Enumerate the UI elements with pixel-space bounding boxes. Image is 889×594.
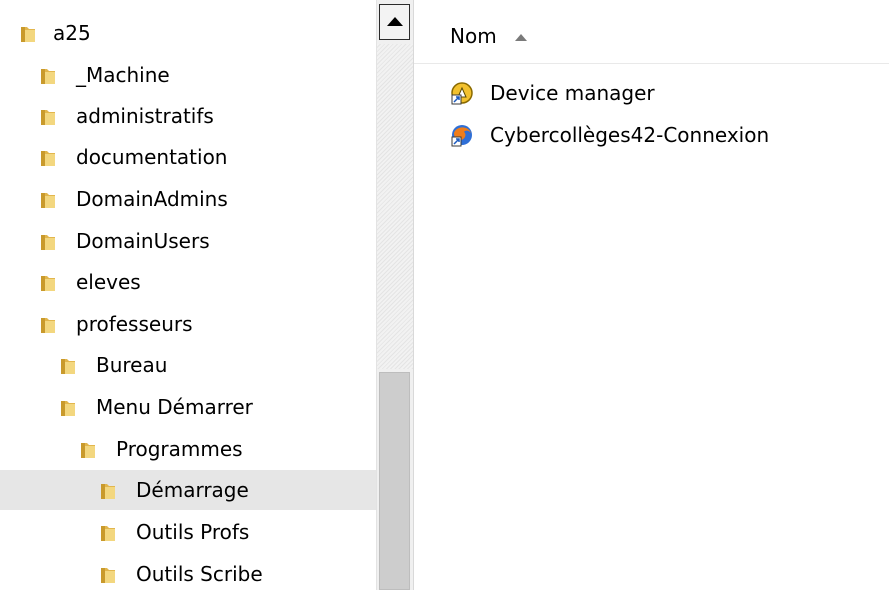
tree-item-documentation[interactable]: documentation <box>0 137 376 177</box>
file-item-device-manager[interactable]: Device manager <box>450 78 870 110</box>
tree-item-label: Programmes <box>116 437 243 461</box>
shortcut-firefox-icon <box>451 125 472 147</box>
tree-item-label: Outils Scribe <box>136 562 263 586</box>
folder-icon <box>41 151 55 166</box>
folder-icon <box>61 359 75 374</box>
tree-scrollbar[interactable] <box>376 0 413 590</box>
file-item-label: Device manager <box>490 81 655 105</box>
folder-icon <box>21 27 35 42</box>
shortcut-app-icon <box>451 82 473 105</box>
folder-icon <box>41 193 55 208</box>
tree-item-label: professeurs <box>76 312 193 336</box>
tree-item-label: Bureau <box>96 353 168 377</box>
scroll-up-button[interactable] <box>379 4 410 40</box>
folder-icon <box>41 110 55 125</box>
file-item-cybercolleges-connexion[interactable]: Cybercollèges42-Connexion <box>450 120 870 152</box>
folder-icon <box>81 443 95 458</box>
tree-item-outils-scribe[interactable]: Outils Scribe <box>0 554 376 594</box>
column-header-label: Nom <box>450 24 497 48</box>
tree-item-domainusers[interactable]: DomainUsers <box>0 221 376 261</box>
column-header-name[interactable]: Nom <box>414 0 889 64</box>
file-item-label: Cybercollèges42-Connexion <box>490 123 770 147</box>
tree-item-label: Menu Démarrer <box>96 395 253 419</box>
folder-tree: a25 _Machine administratifs documentatio… <box>0 0 376 590</box>
tree-item-a25[interactable]: a25 <box>0 13 376 53</box>
sort-ascending-icon <box>515 34 527 41</box>
file-list-pane: Nom Device manager Cybercollèges42-Conne… <box>414 0 889 590</box>
tree-item-programmes[interactable]: Programmes <box>0 429 376 469</box>
tree-item-label: Démarrage <box>136 478 249 502</box>
tree-item-bureau[interactable]: Bureau <box>0 345 376 385</box>
tree-item-demarrage[interactable]: Démarrage <box>0 470 376 510</box>
scrollbar-thumb[interactable] <box>379 372 410 590</box>
tree-item-domainadmins[interactable]: DomainAdmins <box>0 179 376 219</box>
tree-item-label: Outils Profs <box>136 520 250 544</box>
scrollbar-track[interactable] <box>377 44 413 369</box>
tree-item-label: administratifs <box>76 104 214 128</box>
tree-item-administratifs[interactable]: administratifs <box>0 96 376 136</box>
folder-icon <box>101 568 115 583</box>
tree-item-professeurs[interactable]: professeurs <box>0 304 376 344</box>
folder-icon <box>41 235 55 250</box>
tree-item-eleves[interactable]: eleves <box>0 262 376 302</box>
tree-item-label: eleves <box>76 270 141 294</box>
folder-icon <box>61 401 75 416</box>
tree-item-label: a25 <box>53 21 91 45</box>
folder-icon <box>101 526 115 541</box>
folder-icon <box>41 69 55 84</box>
tree-item-label: DomainAdmins <box>76 187 228 211</box>
folder-icon <box>101 484 115 499</box>
tree-item-machine[interactable]: _Machine <box>0 55 376 95</box>
header-separator <box>414 63 889 64</box>
tree-item-label: DomainUsers <box>76 229 210 253</box>
tree-item-outils-profs[interactable]: Outils Profs <box>0 512 376 552</box>
tree-item-menu-demarrer[interactable]: Menu Démarrer <box>0 387 376 427</box>
folder-icon <box>41 276 55 291</box>
tree-item-label: documentation <box>76 145 228 169</box>
tree-item-label: _Machine <box>76 63 170 87</box>
arrow-up-icon <box>387 17 403 26</box>
folder-icon <box>41 318 55 333</box>
